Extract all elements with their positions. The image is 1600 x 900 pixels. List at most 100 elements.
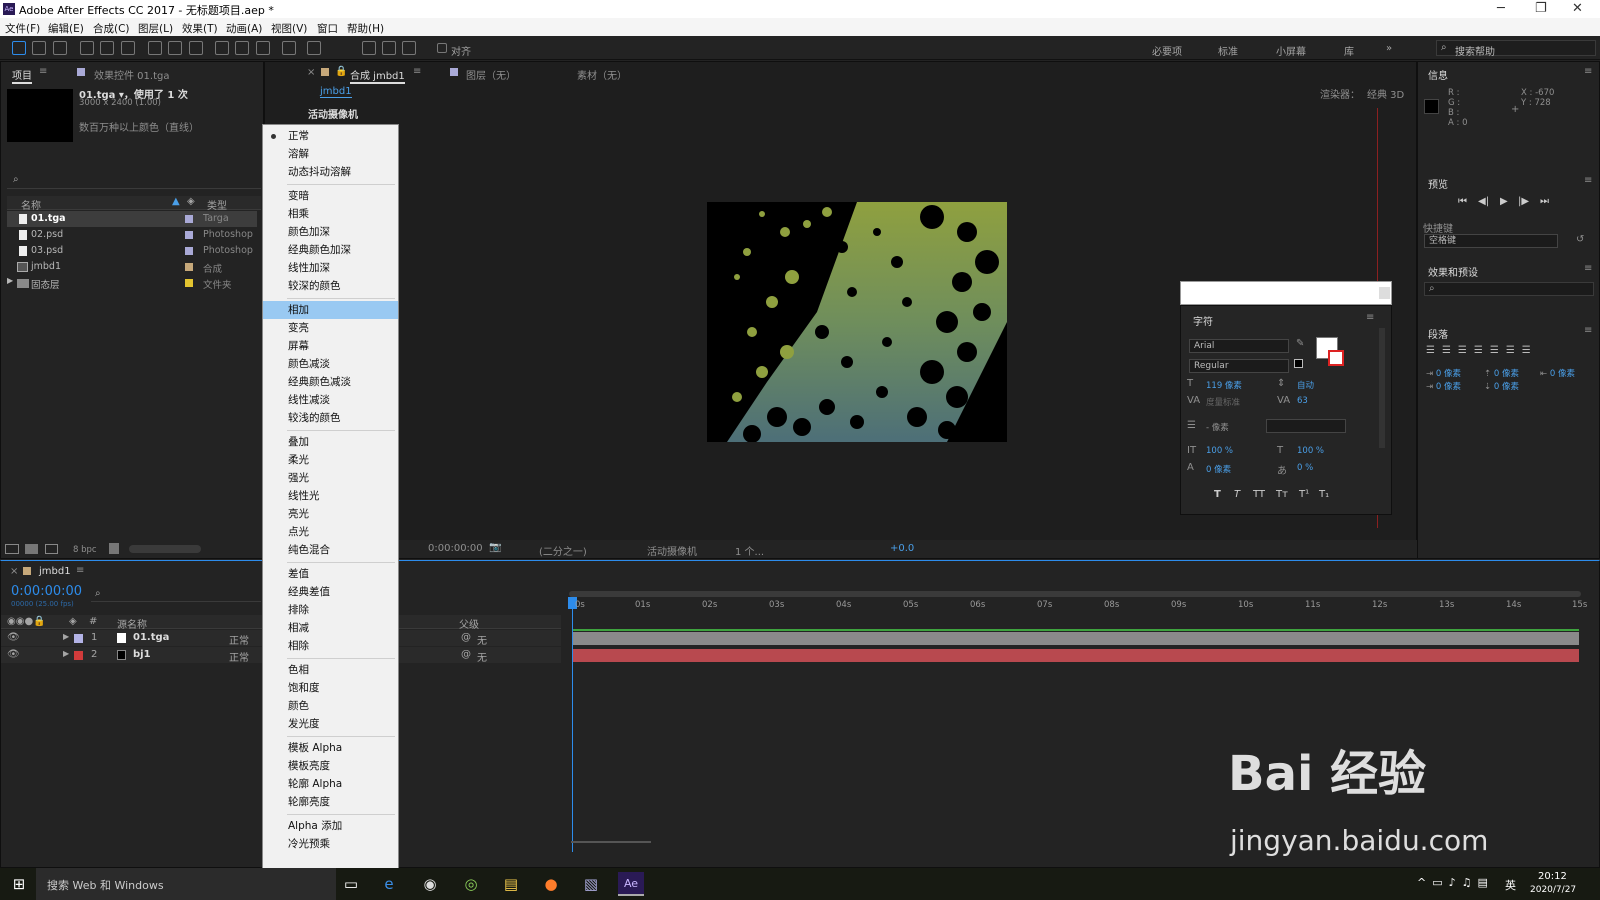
project-search-field[interactable]: ⌕	[7, 174, 261, 189]
label-color-swatch[interactable]	[185, 279, 193, 287]
layer-name[interactable]: 01.tga	[133, 632, 169, 643]
column-source-name[interactable]: 源名称	[117, 616, 147, 631]
panel-menu-icon[interactable]: ≡	[1584, 263, 1592, 274]
stroke-type-select[interactable]	[1266, 419, 1346, 433]
panel-menu-icon[interactable]: ≡	[39, 66, 47, 77]
first-frame-icon[interactable]: ⏮	[1458, 196, 1467, 207]
menu-item[interactable]: 经典颜色减淡	[263, 373, 398, 391]
effects-search-field[interactable]: ⌕	[1424, 282, 1594, 296]
menu-item[interactable]: 较浅的颜色	[263, 409, 398, 427]
visibility-icon[interactable]: 👁	[7, 649, 20, 660]
font-style-select[interactable]: Regular	[1189, 359, 1289, 373]
pen-tool-icon[interactable]	[168, 41, 182, 55]
app-icon[interactable]: ◎	[458, 872, 484, 896]
current-time-display[interactable]: 0:00:00:00	[428, 543, 483, 554]
menu-item[interactable]: 亮光	[263, 505, 398, 523]
project-item[interactable]: 03.psd Photoshop	[7, 243, 257, 259]
menu-file[interactable]: 文件(F)	[5, 21, 40, 36]
snapshot-icon[interactable]: 📷	[489, 542, 501, 553]
ime-indicator[interactable]: 英	[1505, 877, 1516, 893]
menu-item[interactable]: 经典颜色加深	[263, 241, 398, 259]
label-color-swatch[interactable]	[74, 651, 83, 660]
local-axis-icon[interactable]	[362, 41, 376, 55]
type-tool-icon[interactable]	[189, 41, 203, 55]
panel-menu-icon[interactable]: ≡	[1584, 175, 1592, 186]
menu-item[interactable]: 线性加深	[263, 259, 398, 277]
menu-item[interactable]: 排除	[263, 601, 398, 619]
menu-help[interactable]: 帮助(H)	[347, 21, 384, 36]
alignment-buttons[interactable]: ☰☰☰☰☰☰☰	[1426, 345, 1538, 356]
stroke-width-value[interactable]: - 像素	[1206, 421, 1229, 433]
parent-select[interactable]: 无	[477, 649, 487, 664]
font-family-select[interactable]: Arial	[1189, 339, 1289, 353]
leading-value[interactable]: 自动	[1297, 379, 1314, 391]
close-button[interactable]: ✕	[1572, 1, 1583, 16]
selection-tool-icon[interactable]	[12, 41, 26, 55]
close-float-icon[interactable]	[1379, 287, 1390, 299]
app-icon[interactable]: ◉	[417, 872, 443, 896]
minimize-button[interactable]: ─	[1497, 1, 1505, 16]
menu-window[interactable]: 窗口	[317, 21, 338, 36]
blend-mode-select[interactable]: 正常	[229, 649, 249, 664]
small-caps-button[interactable]: Tт	[1276, 489, 1288, 500]
project-item[interactable]: 02.psd Photoshop	[7, 227, 257, 243]
shortcut-select[interactable]: 空格键	[1424, 234, 1558, 248]
menu-composition[interactable]: 合成(C)	[93, 21, 130, 36]
menu-item[interactable]: 强光	[263, 469, 398, 487]
taskbar-search-box[interactable]: 搜索 Web 和 Windows	[36, 868, 336, 900]
superscript-button[interactable]: T¹	[1299, 489, 1309, 500]
faux-italic-button[interactable]: T	[1234, 489, 1240, 500]
workspace-essentials[interactable]: 必要项	[1152, 43, 1182, 58]
menu-view[interactable]: 视图(V)	[271, 21, 307, 36]
workspace-small-screen[interactable]: 小屏幕	[1276, 43, 1306, 58]
menu-item[interactable]: 屏幕	[263, 337, 398, 355]
zoom-tool-icon[interactable]	[53, 41, 67, 55]
windows-start-icon[interactable]: ⊞	[6, 872, 32, 896]
space-after-field[interactable]: ⇣ 0 像素	[1484, 380, 1519, 392]
faux-bold-button[interactable]: T	[1214, 489, 1221, 500]
project-item[interactable]: ▶ 固态层 文件夹	[7, 275, 257, 291]
menu-item-selected[interactable]: 相加	[263, 301, 398, 319]
menu-item[interactable]: 发光度	[263, 715, 398, 733]
tab-project[interactable]: 项目	[12, 67, 32, 84]
menu-layer[interactable]: 图层(L)	[138, 21, 173, 36]
timeline-timecode[interactable]: 0:00:00:00	[11, 584, 82, 599]
clone-stamp-tool-icon[interactable]	[235, 41, 249, 55]
view-axis-icon[interactable]	[402, 41, 416, 55]
menu-item[interactable]: 冷光预乘	[263, 835, 398, 853]
firefox-icon[interactable]: ●	[538, 872, 564, 896]
exposure-value[interactable]: +0.0	[890, 543, 914, 554]
label-color-swatch[interactable]	[185, 231, 193, 239]
scrollbar[interactable]	[1379, 328, 1385, 448]
menu-item[interactable]: 颜色减淡	[263, 355, 398, 373]
column-name[interactable]: 名称	[21, 197, 41, 212]
lock-icon[interactable]: 🔒	[335, 66, 347, 77]
layer-bar[interactable]	[573, 649, 1579, 662]
panel-menu-icon[interactable]: ≡	[1584, 66, 1592, 77]
layer-name[interactable]: bj1	[133, 649, 151, 660]
tracking-value[interactable]: 63	[1297, 396, 1308, 406]
menu-item[interactable]: Alpha 添加	[263, 817, 398, 835]
help-search-field[interactable]: ⌕ 搜索帮助	[1436, 40, 1596, 58]
trash-icon[interactable]	[109, 543, 119, 554]
blend-mode-select[interactable]: 正常	[229, 632, 249, 647]
bit-depth-button[interactable]: 8 bpc	[73, 545, 97, 555]
parent-select[interactable]: 无	[477, 632, 487, 647]
taskbar-time[interactable]: 20:12	[1538, 871, 1567, 882]
space-before-field[interactable]: ⇡ 0 像素	[1484, 367, 1519, 379]
menu-effect[interactable]: 效果(T)	[182, 21, 218, 36]
rotate-tool-icon[interactable]	[80, 41, 94, 55]
eraser-tool-icon[interactable]	[256, 41, 270, 55]
expand-arrow-icon[interactable]: ▶	[63, 632, 69, 641]
menu-item[interactable]: 动态抖动溶解	[263, 163, 398, 181]
menu-item[interactable]: 相乘	[263, 205, 398, 223]
world-axis-icon[interactable]	[382, 41, 396, 55]
menu-item[interactable]: 差值	[263, 565, 398, 583]
stroke-color-swatch[interactable]	[1328, 350, 1344, 366]
layer-search-field[interactable]: ⌕	[91, 588, 261, 602]
label-color-swatch[interactable]	[74, 634, 83, 643]
font-size-value[interactable]: 119 像素	[1206, 379, 1242, 391]
comp-flowchart-tab[interactable]: jmbd1	[320, 86, 352, 98]
subscript-button[interactable]: T₁	[1319, 489, 1329, 500]
taskbar-date[interactable]: 2020/7/27	[1530, 885, 1576, 895]
